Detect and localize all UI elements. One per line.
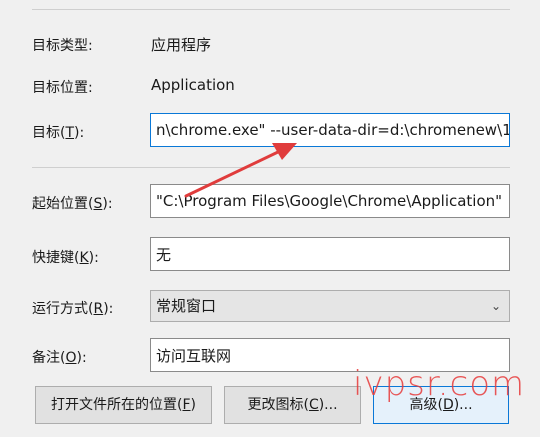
- shortcut-key-field[interactable]: [150, 237, 510, 271]
- section-divider: [32, 167, 510, 168]
- run-select[interactable]: 常规窗口 ⌄: [150, 290, 510, 322]
- target-input[interactable]: [156, 114, 509, 146]
- target-label: 目标(T):: [32, 125, 85, 141]
- run-label: 运行方式(R):: [32, 301, 114, 317]
- target-type-value: 应用程序: [151, 36, 212, 54]
- change-icon-button[interactable]: 更改图标(C)...: [224, 386, 361, 424]
- target-location-label: 目标位置:: [32, 80, 93, 96]
- comment-label: 备注(O):: [32, 350, 87, 366]
- shortcut-key-label: 快捷键(K):: [32, 250, 99, 266]
- shortcut-key-input[interactable]: [156, 238, 509, 270]
- target-location-value: Application: [151, 76, 235, 94]
- chevron-down-icon: ⌄: [490, 299, 501, 313]
- open-file-location-button[interactable]: 打开文件所在的位置(F): [35, 386, 212, 424]
- target-type-label: 目标类型:: [32, 38, 93, 54]
- target-field[interactable]: [150, 113, 510, 147]
- watermark: ivpsr.com: [353, 364, 526, 404]
- top-divider: [32, 9, 510, 10]
- start-in-input[interactable]: [156, 185, 509, 217]
- start-in-field[interactable]: [150, 184, 510, 218]
- start-in-label: 起始位置(S):: [32, 196, 113, 212]
- run-select-value: 常规窗口: [156, 297, 217, 315]
